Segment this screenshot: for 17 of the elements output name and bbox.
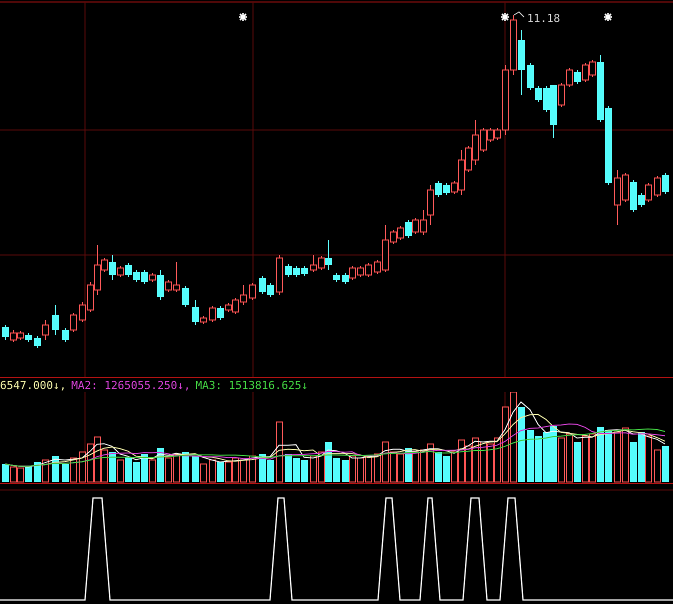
volume-bar: [249, 456, 256, 482]
candlestick: [52, 304, 59, 336]
volume-bar: [276, 422, 283, 482]
moving-average-legend: MA3: 1513816.625↓: [195, 378, 308, 392]
volume-bar: [182, 452, 189, 482]
star-marker-icon: [500, 12, 510, 22]
star-marker-icon: [603, 12, 613, 22]
moving-average-legend: MA2: 1265055.250↓,: [71, 378, 190, 392]
star-marker-icon: [238, 12, 248, 22]
price-high-label: 11.18: [527, 12, 560, 25]
moving-average-legend: 6547.000↓,: [0, 378, 66, 392]
candlestick: [249, 282, 256, 300]
candlestick: [333, 272, 340, 282]
volume-bar: [52, 456, 59, 482]
candlestick: [276, 254, 283, 296]
candlestick: [182, 286, 189, 308]
leader-line: [514, 11, 524, 18]
